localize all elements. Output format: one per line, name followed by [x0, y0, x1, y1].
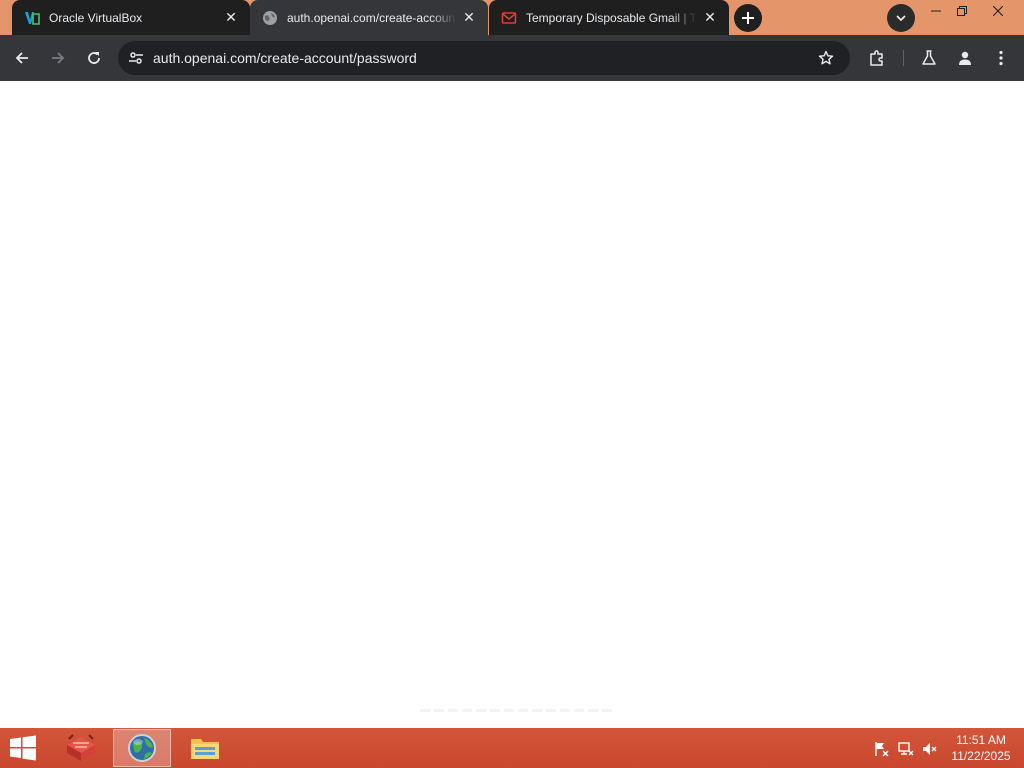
reload-icon [88, 52, 100, 64]
back-button[interactable] [7, 43, 37, 73]
arrow-right-icon [52, 52, 65, 64]
faint-footer-text [420, 709, 615, 712]
windows-taskbar: 11:51 AM 11/22/2025 [0, 728, 1024, 768]
plus-icon [742, 12, 754, 24]
forward-button[interactable] [43, 43, 73, 73]
puzzle-icon [870, 50, 883, 66]
url-text[interactable]: auth.openai.com/create-account/password [153, 41, 417, 75]
arrow-left-icon [15, 52, 28, 64]
tab-temp-gmail[interactable]: Temporary Disposable Gmail | Temp Gmail … [489, 0, 729, 35]
tab-strip: Oracle VirtualBox ✕ auth.openai.com/crea… [0, 0, 1024, 35]
profile-button[interactable] [952, 45, 978, 71]
start-button[interactable] [8, 734, 38, 762]
tab-close-icon[interactable]: ✕ [460, 9, 478, 27]
browser-toolbar: auth.openai.com/create-account/password [0, 35, 1024, 81]
site-settings-icon[interactable] [124, 46, 148, 70]
network-icon[interactable] [897, 740, 915, 758]
address-bar[interactable]: auth.openai.com/create-account/password [118, 41, 850, 75]
tab-oracle-virtualbox[interactable]: Oracle VirtualBox ✕ [12, 0, 250, 35]
mail-icon [501, 10, 517, 26]
chevron-down-icon [896, 15, 906, 22]
volume-muted-icon[interactable] [921, 740, 939, 758]
tab-title: Oracle VirtualBox [49, 10, 143, 25]
close-icon [993, 6, 1003, 16]
folder-icon [191, 739, 219, 759]
globe-icon [262, 10, 278, 26]
windows-logo-icon [10, 735, 36, 761]
labs-button[interactable] [916, 45, 942, 71]
restore-button[interactable] [945, 0, 979, 22]
virtualbox-cube-icon [67, 734, 95, 761]
file-explorer-taskbar-app[interactable] [176, 729, 234, 767]
chrome-taskbar-app[interactable] [113, 729, 171, 767]
toolbar-divider [903, 50, 904, 66]
tab-close-icon[interactable]: ✕ [222, 9, 240, 27]
minimize-icon [931, 10, 941, 12]
extensions-button[interactable] [864, 45, 890, 71]
reload-button[interactable] [79, 43, 109, 73]
tab-openai-create-account[interactable]: auth.openai.com/create-account/password … [250, 0, 488, 35]
clock-date: 11/22/2025 [951, 749, 1011, 763]
tab-search-button[interactable] [887, 4, 915, 32]
browser-menu-button[interactable] [988, 45, 1014, 71]
new-tab-button[interactable] [734, 4, 762, 32]
restore-icon [957, 6, 967, 16]
page-content [0, 81, 1024, 728]
virtualbox-icon [24, 10, 40, 26]
bookmark-star-icon[interactable] [816, 48, 836, 68]
avatar-icon [959, 51, 971, 65]
tab-title: auth.openai.com/create-account/password [287, 10, 456, 25]
tab-title: Temporary Disposable Gmail | Temp Gmail [526, 10, 697, 25]
virtualbox-taskbar-app[interactable] [52, 729, 110, 767]
clock-time: 11:51 AM [956, 733, 1006, 747]
tab-close-icon[interactable]: ✕ [701, 9, 719, 27]
browser-globe-icon [128, 734, 156, 762]
system-clock[interactable]: 11:51 AM 11/22/2025 [944, 732, 1018, 764]
action-center-flag-icon[interactable] [872, 740, 890, 758]
more-vert-icon [999, 50, 1003, 66]
window-close-button[interactable] [981, 0, 1015, 22]
flask-icon [922, 50, 936, 65]
